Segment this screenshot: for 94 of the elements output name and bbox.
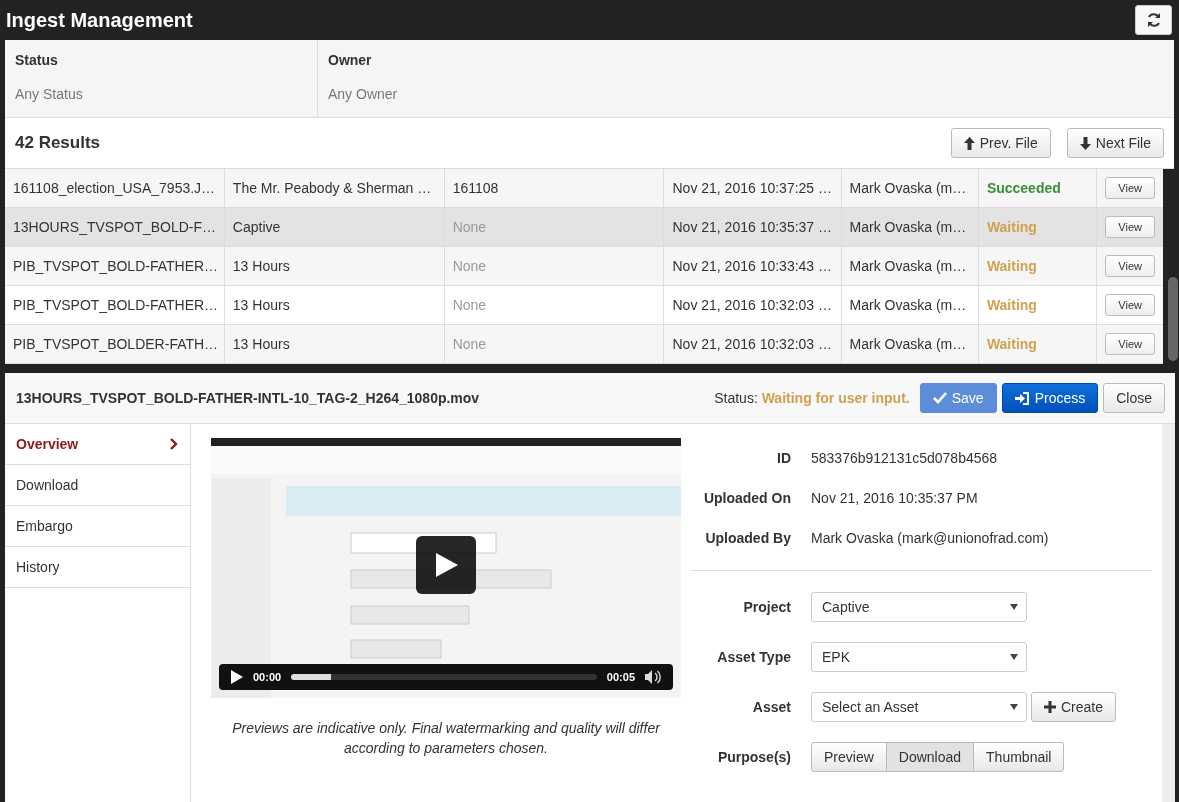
duration: 00:05 xyxy=(606,671,635,683)
create-button[interactable]: Create xyxy=(1031,692,1117,722)
purpose-toggle[interactable]: Thumbnail xyxy=(973,742,1065,772)
page-title: Ingest Management xyxy=(6,8,193,32)
info-value: Nov 21, 2016 10:35:37 PM xyxy=(811,490,978,506)
status-text: Succeeded xyxy=(978,169,1098,207)
table-cell: The Mr. Peabody & Sherman … xyxy=(224,169,445,207)
results-count: 42 Results xyxy=(15,133,101,153)
file-nav-button[interactable]: Prev. File xyxy=(950,128,1051,158)
table-row[interactable]: 13HOURS_TVSPOT_BOLD-F… Captive None Nov 21, 2016 10:35:37 … Mark Ovaska (m… Waiting View xyxy=(5,208,1163,247)
table-cell: PIB_TVSPOT_BOLD-FATHER… xyxy=(5,286,225,324)
status-text: Waiting xyxy=(978,325,1098,363)
caret-icon xyxy=(1010,704,1018,710)
info-label: ID xyxy=(776,450,791,466)
table-cell: 13 Hours xyxy=(224,325,445,363)
filter-value[interactable]: Any Owner xyxy=(328,86,620,102)
caret-icon xyxy=(1010,654,1018,660)
field-label: Asset Type xyxy=(716,649,791,665)
status-text: Status: Waiting for user input. xyxy=(714,390,910,406)
table-cell: Mark Ovaska (m… xyxy=(841,247,979,285)
play-icon xyxy=(433,552,459,578)
field-label: Asset xyxy=(751,699,791,715)
view-button[interactable]: View xyxy=(1105,294,1155,316)
nav-item[interactable]: Embargo xyxy=(5,506,190,547)
info-label: Uploaded By xyxy=(704,530,791,546)
status-text: Waiting xyxy=(978,286,1098,324)
table-cell: None xyxy=(444,208,665,246)
table-cell: Mark Ovaska (m… xyxy=(841,286,979,324)
filter-value[interactable]: Any Status xyxy=(15,86,307,102)
table-cell: Nov 21, 2016 10:32:03 … xyxy=(664,325,842,363)
table-cell: 13HOURS_TVSPOT_BOLD-F… xyxy=(5,208,225,246)
table-row[interactable]: PIB_TVSPOT_BOLD-FATHER… 13 Hours None Nov 21, 2016 10:33:43 … Mark Ovaska (m… Waiting View xyxy=(5,247,1163,286)
scrollbar[interactable] xyxy=(1162,424,1175,802)
purpose-toggle[interactable]: Download xyxy=(885,742,975,772)
plus-icon xyxy=(1044,701,1056,713)
table-cell: Mark Ovaska (m… xyxy=(841,325,979,363)
status-text: Waiting xyxy=(978,208,1098,246)
table-row[interactable]: PIB_TVSPOT_BOLDER-FATH… 13 Hours None Nov 21, 2016 10:32:03 … Mark Ovaska (m… Waiting View xyxy=(5,325,1163,364)
view-button[interactable]: View xyxy=(1105,216,1155,238)
file-nav-button[interactable]: Next File xyxy=(1066,128,1164,158)
nav-item[interactable]: Overview xyxy=(5,424,190,465)
status-text: Waiting xyxy=(978,247,1098,285)
table-cell: None xyxy=(444,286,665,324)
current-time: 00:00 xyxy=(253,671,282,683)
table-cell: Nov 21, 2016 10:37:25 … xyxy=(664,169,842,207)
field-label: Purpose(s) xyxy=(716,749,791,765)
table-cell: Nov 21, 2016 10:35:37 … xyxy=(664,208,842,246)
purpose-toggle[interactable]: Preview xyxy=(811,742,887,772)
table-cell: None xyxy=(444,247,665,285)
table-cell: Captive xyxy=(224,208,445,246)
view-button[interactable]: View xyxy=(1105,333,1155,355)
play-icon[interactable] xyxy=(231,670,243,684)
select-field[interactable]: Captive xyxy=(811,592,1027,622)
table-cell: PIB_TVSPOT_BOLDER-FATH… xyxy=(5,325,225,363)
table-row[interactable]: 161108_election_USA_7953.J… The Mr. Peabody & Sherman … 161108 Nov 21, 2016 10:37:25 … Mark Ovaska (m… Succeeded View xyxy=(5,169,1163,208)
volume-icon[interactable] xyxy=(645,670,661,684)
table-cell: Mark Ovaska (m… xyxy=(841,208,979,246)
process-button[interactable]: Process xyxy=(1001,383,1099,413)
table-cell: 13 Hours xyxy=(224,247,445,285)
table-cell: 161108 xyxy=(444,169,665,207)
refresh-button[interactable] xyxy=(1135,5,1172,35)
preview-note: Previews are indicative only. Final watermarking and quality will differ according to parameters chosen. xyxy=(231,719,662,758)
play-button[interactable] xyxy=(416,536,476,594)
table-cell: 161108_election_USA_7953.J… xyxy=(5,169,225,207)
select-field[interactable]: EPK xyxy=(811,642,1027,672)
table-cell: 13 Hours xyxy=(224,286,445,324)
file-title: 13HOURS_TVSPOT_BOLD-FATHER-INTL-10_TAG-2_H264_1080p.mov xyxy=(16,390,481,406)
close-button[interactable]: Close xyxy=(1103,383,1165,413)
table-cell: Mark Ovaska (m… xyxy=(841,169,979,207)
table-cell: PIB_TVSPOT_BOLD-FATHER… xyxy=(5,247,225,285)
sign-in-icon xyxy=(1014,391,1030,405)
check-icon xyxy=(932,392,947,404)
table-cell: None xyxy=(444,325,665,363)
table-cell: Nov 21, 2016 10:32:03 … xyxy=(664,286,842,324)
chevron-icon xyxy=(170,438,178,450)
refresh-icon xyxy=(1145,12,1162,28)
view-button[interactable]: View xyxy=(1105,255,1155,277)
nav-item[interactable]: History xyxy=(5,547,190,588)
info-value: Mark Ovaska (mark@unionofrad.com) xyxy=(811,530,1049,546)
up-arrow-icon xyxy=(963,136,975,150)
nav-item[interactable]: Download xyxy=(5,465,190,506)
filter-label: Status xyxy=(15,52,59,68)
field-label: Project xyxy=(742,599,791,615)
caret-icon xyxy=(1010,604,1018,610)
video-player[interactable]: 00:00 00:05 xyxy=(211,438,681,698)
table-row[interactable]: PIB_TVSPOT_BOLD-FATHER… 13 Hours None Nov 21, 2016 10:32:03 … Mark Ovaska (m… Waiting View xyxy=(5,286,1163,325)
view-button[interactable]: View xyxy=(1105,177,1155,199)
info-label: Uploaded On xyxy=(702,490,791,506)
select-field[interactable]: Select an Asset xyxy=(811,692,1027,722)
progress-track[interactable] xyxy=(291,674,597,680)
table-cell: Nov 21, 2016 10:33:43 … xyxy=(664,247,842,285)
info-value: 583376b912131c5d078b4568 xyxy=(811,450,998,466)
filter-label: Owner xyxy=(328,52,373,68)
down-arrow-icon xyxy=(1079,136,1091,150)
